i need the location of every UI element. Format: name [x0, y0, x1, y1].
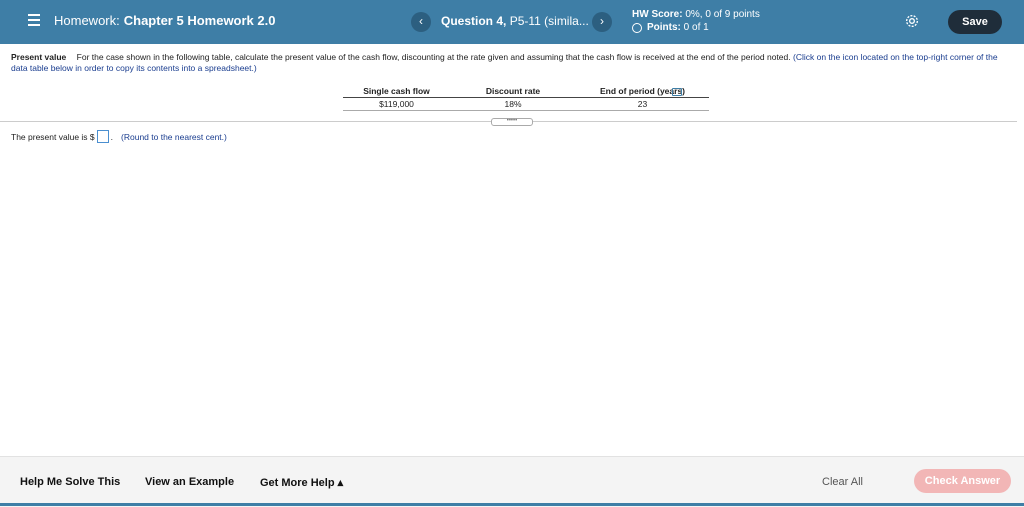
- top-header: Homework: Chapter 5 Homework 2.0 ‹ Questi…: [0, 0, 1024, 44]
- problem-statement: Present value For the case shown in the …: [11, 52, 1006, 74]
- help-me-solve-button[interactable]: Help Me Solve This: [20, 476, 120, 488]
- table-row: $119,000 18% 23: [343, 97, 709, 111]
- homework-prefix: Homework:: [54, 13, 120, 28]
- hw-score: HW Score: 0%, 0 of 9 points: [632, 8, 760, 21]
- points-label: Points:: [647, 22, 681, 33]
- clear-all-button[interactable]: Clear All: [822, 476, 863, 488]
- table-cell: 23: [576, 97, 709, 111]
- copy-icon[interactable]: [672, 88, 682, 96]
- footer: Help Me Solve This View an Example Get M…: [0, 456, 1024, 507]
- check-answer-button[interactable]: Check Answer: [914, 469, 1011, 493]
- present-value-input[interactable]: [96, 130, 109, 143]
- hw-score-label: HW Score:: [632, 9, 683, 20]
- gear-icon[interactable]: [904, 13, 920, 29]
- homework-title: Homework: Chapter 5 Homework 2.0: [54, 13, 275, 28]
- get-more-help-button[interactable]: Get More Help ▴: [260, 476, 343, 489]
- table-header: Discount rate: [450, 86, 576, 98]
- points-circle-icon: [632, 22, 642, 33]
- homework-name: Chapter 5 Homework 2.0: [123, 13, 276, 28]
- score-block: HW Score: 0%, 0 of 9 points Points: 0 of…: [632, 8, 760, 34]
- table-header-row: Single cash flow Discount rate End of pe…: [343, 86, 709, 98]
- table-cell: 18%: [450, 97, 576, 111]
- problem-body: For the case shown in the following tabl…: [76, 52, 791, 62]
- question-label: Question 4, P5-11 (simila...: [441, 14, 589, 28]
- table-header: Single cash flow: [343, 86, 450, 98]
- data-table: Single cash flow Discount rate End of pe…: [343, 86, 709, 111]
- save-button[interactable]: Save: [948, 10, 1002, 34]
- problem-label: Present value: [11, 52, 67, 62]
- answer-suffix: .: [110, 131, 114, 142]
- answer-prefix: The present value is $: [11, 131, 95, 142]
- chevron-left-icon[interactable]: ‹: [411, 12, 431, 32]
- table-cell: $119,000: [343, 97, 450, 111]
- points-value: 0 of 1: [683, 22, 709, 33]
- view-example-button[interactable]: View an Example: [145, 476, 234, 488]
- question-number: Question 4,: [441, 14, 507, 28]
- round-note: (Round to the nearest cent.): [121, 131, 227, 142]
- points-line: Points: 0 of 1: [632, 21, 760, 34]
- expand-handle[interactable]: •••••: [491, 118, 533, 126]
- chevron-right-icon[interactable]: ›: [592, 12, 612, 32]
- menu-icon[interactable]: [28, 14, 40, 26]
- answer-row: The present value is $ . (Round to the n…: [11, 130, 227, 143]
- hw-score-value: 0%, 0 of 9 points: [685, 9, 760, 20]
- table-header: End of period (years): [576, 86, 709, 98]
- question-sub: P5-11 (simila...: [509, 14, 589, 28]
